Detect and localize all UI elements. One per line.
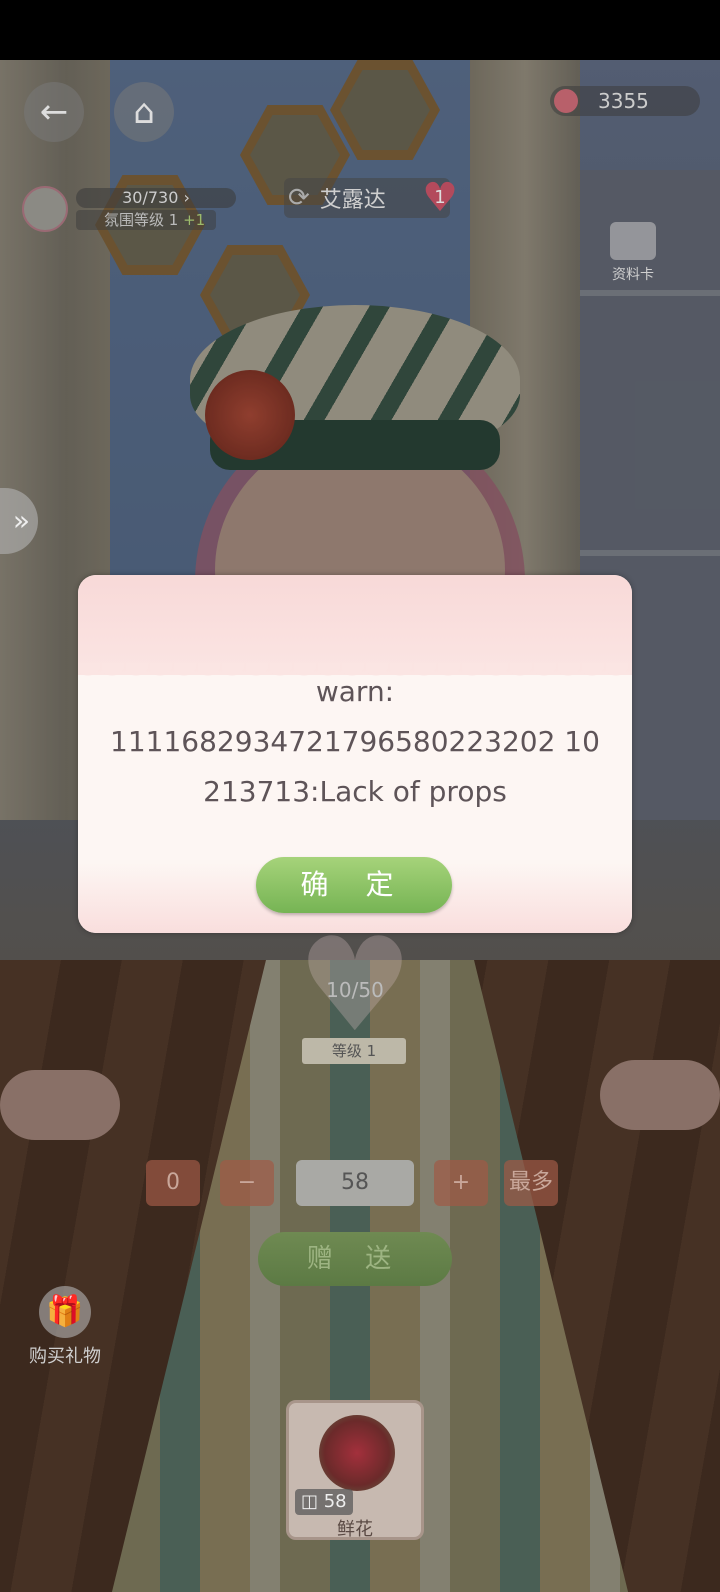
mood-progress: 30/730 › xyxy=(76,188,236,208)
quantity-min-button[interactable]: 0 xyxy=(146,1160,200,1206)
switch-icon: ⟳ xyxy=(288,183,310,213)
profile-card-icon xyxy=(610,222,656,260)
dialog-message-line3: 213713:Lack of props xyxy=(203,775,507,808)
mood-progress-text: 30/730 xyxy=(122,188,179,207)
gift-box-icon: 🎁 xyxy=(39,1286,91,1338)
dialog-header-decoration xyxy=(78,575,632,675)
home-icon: ⌂ xyxy=(133,92,155,132)
mood-level-label: 氛围等级 1 xyxy=(104,211,179,229)
mood-level-bonus: +1 xyxy=(183,211,206,229)
currency-display: 3355 xyxy=(550,86,700,116)
gift-name: 鲜花 xyxy=(337,1519,373,1540)
quantity-input[interactable]: 58 xyxy=(296,1160,414,1206)
confirm-button[interactable]: 确 定 xyxy=(256,857,452,913)
dialog-message-line2: 1111682934721796580223202 10 xyxy=(110,725,600,758)
gift-item-card[interactable]: ◫ 58 鲜花 xyxy=(286,1400,424,1540)
gem-icon xyxy=(554,89,578,113)
favor-value: 10/50 xyxy=(326,978,384,1002)
profile-card-button[interactable]: 资料卡 xyxy=(598,222,668,284)
back-arrow-icon: ← xyxy=(39,92,69,132)
dialog-message: warn: 1111682934721796580223202 10 21371… xyxy=(78,667,632,817)
quantity-max-button[interactable]: 最多 xyxy=(504,1160,558,1206)
mood-icon xyxy=(22,186,68,232)
warning-dialog: warn: 1111682934721796580223202 10 21371… xyxy=(78,575,632,933)
home-button[interactable]: ⌂ xyxy=(114,82,174,142)
favor-level-ribbon: 等级 1 xyxy=(302,1038,406,1064)
double-chevron-right-icon: » xyxy=(12,504,30,537)
tulip-bouquet-icon xyxy=(319,1415,395,1491)
send-gift-button[interactable]: 赠 送 xyxy=(258,1232,452,1286)
buy-gift-button[interactable]: 🎁 购买礼物 xyxy=(20,1286,110,1368)
heart-count: 1 xyxy=(434,187,446,208)
mood-level: 氛围等级 1 +1 xyxy=(76,210,216,230)
quantity-plus-button[interactable]: + xyxy=(434,1160,488,1206)
character-name: 艾露达 xyxy=(319,188,386,213)
currency-value: 3355 xyxy=(598,89,649,113)
gift-count: 58 xyxy=(323,1491,347,1512)
affection-heart: ♥ 1 xyxy=(418,178,462,218)
profile-card-label: 资料卡 xyxy=(612,267,654,283)
buy-gift-label: 购买礼物 xyxy=(29,1346,101,1367)
quantity-minus-button[interactable]: − xyxy=(220,1160,274,1206)
dialog-message-line1: warn: xyxy=(315,675,395,708)
gift-count-badge: ◫ 58 xyxy=(295,1489,353,1515)
back-button[interactable]: ← xyxy=(24,82,84,142)
